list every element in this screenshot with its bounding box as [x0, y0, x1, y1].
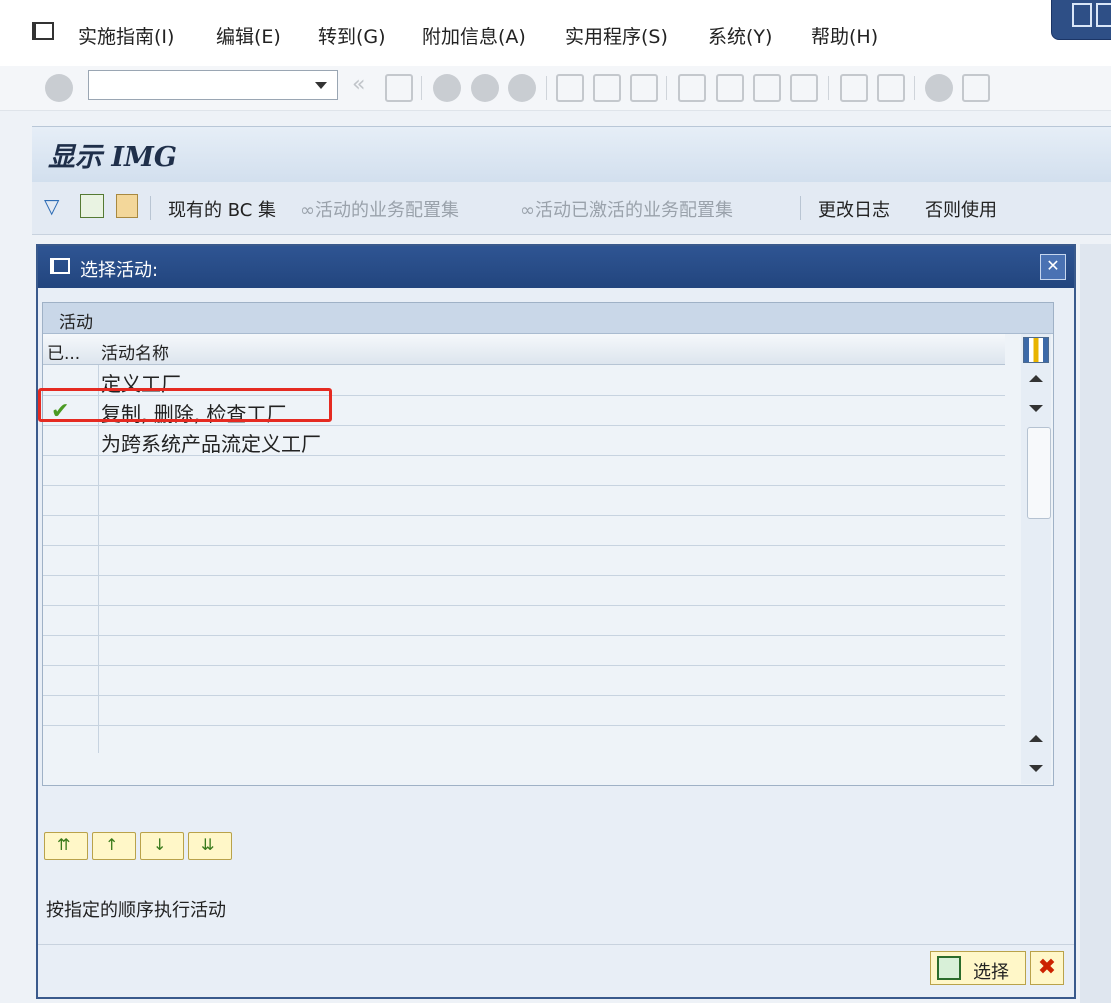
table-row-empty: [43, 575, 1005, 606]
transport-icon[interactable]: [80, 194, 104, 218]
help-icon[interactable]: [925, 74, 953, 102]
title-bar: 显示 IMG: [32, 126, 1111, 183]
col-done-header[interactable]: 已...: [47, 339, 80, 364]
move-to-bottom-button[interactable]: ⇊: [188, 832, 232, 860]
background-panel: [1080, 244, 1111, 1003]
table-caption: 活动: [43, 303, 1053, 334]
standard-toolbar: «: [0, 66, 1111, 111]
toolbar-separator: [421, 76, 422, 100]
exit-icon[interactable]: [471, 74, 499, 102]
dialog-title: 选择活动:: [80, 260, 159, 281]
table-row-empty: [43, 455, 1005, 486]
layout-icon[interactable]: [962, 74, 990, 102]
close-icon[interactable]: ✕: [1040, 254, 1066, 280]
minimize-icon[interactable]: [1072, 3, 1092, 27]
scroll-down-icon[interactable]: [1029, 405, 1043, 412]
next-page-icon[interactable]: [753, 74, 781, 102]
find-icon[interactable]: [593, 74, 621, 102]
table-row-empty: [43, 695, 1005, 726]
print-icon[interactable]: [556, 74, 584, 102]
menu-impl-guide[interactable]: 实施指南(I): [78, 22, 174, 49]
toolbar-separator: [914, 76, 915, 100]
active-config-sets-button[interactable]: ∞活动的业务配置集: [300, 196, 459, 222]
choose-icon: [937, 956, 961, 980]
back-arrows-icon[interactable]: «: [352, 72, 380, 100]
restore-icon[interactable]: [1096, 3, 1111, 27]
move-down-icon: ↓: [153, 835, 167, 854]
dialog-menu-icon[interactable]: [50, 258, 70, 274]
vertical-scrollbar[interactable]: [1021, 334, 1051, 784]
dialog-header: 选择活动: ✕: [38, 246, 1074, 288]
move-bottom-icon: ⇊: [201, 835, 215, 854]
toolbar-separator: [546, 76, 547, 100]
table-row[interactable]: 为跨系统产品流定义工厂: [43, 425, 1005, 456]
page-title: 显示 IMG: [48, 142, 177, 173]
table-row-empty: [43, 515, 1005, 546]
hint-text: 按指定的顺序执行活动: [46, 900, 226, 921]
move-top-icon: ⇈: [57, 835, 71, 854]
activity-name[interactable]: 为跨系统产品流定义工厂: [101, 428, 321, 457]
enter-icon[interactable]: [45, 74, 73, 102]
clipboard-icon[interactable]: [116, 194, 138, 218]
table-row-empty: [43, 725, 1005, 753]
toolbar-separator: [800, 196, 801, 220]
table-row-empty: [43, 635, 1005, 666]
move-down-button[interactable]: ↓: [140, 832, 184, 860]
choose-label: 选择: [973, 962, 1009, 983]
table-row-empty: [43, 605, 1005, 636]
activated-config-sets-button[interactable]: ∞活动已激活的业务配置集: [520, 196, 733, 222]
table-row-empty: [43, 545, 1005, 576]
scroll-page-up-icon[interactable]: [1029, 735, 1043, 742]
col-name-header[interactable]: 活动名称: [101, 339, 169, 364]
bc-sets-button[interactable]: 现有的 BC 集: [168, 196, 276, 222]
menu-utilities[interactable]: 实用程序(S): [565, 22, 668, 49]
scroll-page-down-icon[interactable]: [1029, 765, 1043, 772]
dialog-footer: 选择 ✖: [38, 944, 1074, 997]
toolbar-separator: [828, 76, 829, 100]
table-row-empty: [43, 485, 1005, 516]
cancel-button[interactable]: ✖: [1030, 951, 1064, 985]
shortcut-icon[interactable]: [877, 74, 905, 102]
first-page-icon[interactable]: [678, 74, 706, 102]
column-headers: 已... 活动名称: [43, 334, 1005, 365]
find-next-icon[interactable]: [630, 74, 658, 102]
toolbar-separator: [666, 76, 667, 100]
column-config-icon[interactable]: [1023, 337, 1049, 363]
menu-help[interactable]: 帮助(H): [811, 22, 878, 49]
save-icon[interactable]: [385, 74, 413, 102]
menu-extras[interactable]: 附加信息(A): [422, 22, 526, 49]
window-controls: [1051, 0, 1111, 40]
glasses-icon: ∞: [520, 200, 535, 221]
scrollbar-thumb[interactable]: [1027, 427, 1051, 519]
select-activity-dialog: 选择活动: ✕ 活动 已... 活动名称 定义工厂 ✔ 复制, 删除, 检查工厂…: [36, 244, 1076, 999]
expand-icon[interactable]: ▽: [44, 194, 68, 218]
prev-page-icon[interactable]: [716, 74, 744, 102]
toolbar-separator: [150, 196, 151, 220]
command-field[interactable]: [88, 70, 338, 100]
menu-edit[interactable]: 编辑(E): [216, 22, 281, 49]
menu-icon[interactable]: [32, 22, 54, 40]
choose-button[interactable]: 选择: [930, 951, 1026, 985]
scroll-up-icon[interactable]: [1029, 375, 1043, 382]
menu-goto[interactable]: 转到(G): [318, 22, 386, 49]
move-to-top-button[interactable]: ⇈: [44, 832, 88, 860]
change-log-button[interactable]: 更改日志: [818, 196, 890, 222]
done-cell: [43, 425, 99, 455]
menu-bar: 实施指南(I) 编辑(E) 转到(G) 附加信息(A) 实用程序(S) 系统(Y…: [0, 0, 1111, 67]
activity-table: 活动 已... 活动名称 定义工厂 ✔ 复制, 删除, 检查工厂 为跨系统产品流…: [42, 302, 1054, 786]
application-toolbar: ▽ 现有的 BC 集 ∞活动的业务配置集 ∞活动已激活的业务配置集 更改日志 否…: [32, 182, 1111, 235]
table-caption-label: 活动: [59, 313, 93, 333]
new-session-icon[interactable]: [840, 74, 868, 102]
move-up-icon: ↑: [105, 835, 119, 854]
last-page-icon[interactable]: [790, 74, 818, 102]
move-up-button[interactable]: ↑: [92, 832, 136, 860]
table-row-empty: [43, 665, 1005, 696]
back-icon[interactable]: [433, 74, 461, 102]
cancel-icon[interactable]: [508, 74, 536, 102]
selection-highlight: [38, 388, 332, 422]
else-use-button[interactable]: 否则使用: [925, 196, 997, 222]
menu-system[interactable]: 系统(Y): [708, 22, 772, 49]
glasses-icon: ∞: [300, 200, 315, 221]
